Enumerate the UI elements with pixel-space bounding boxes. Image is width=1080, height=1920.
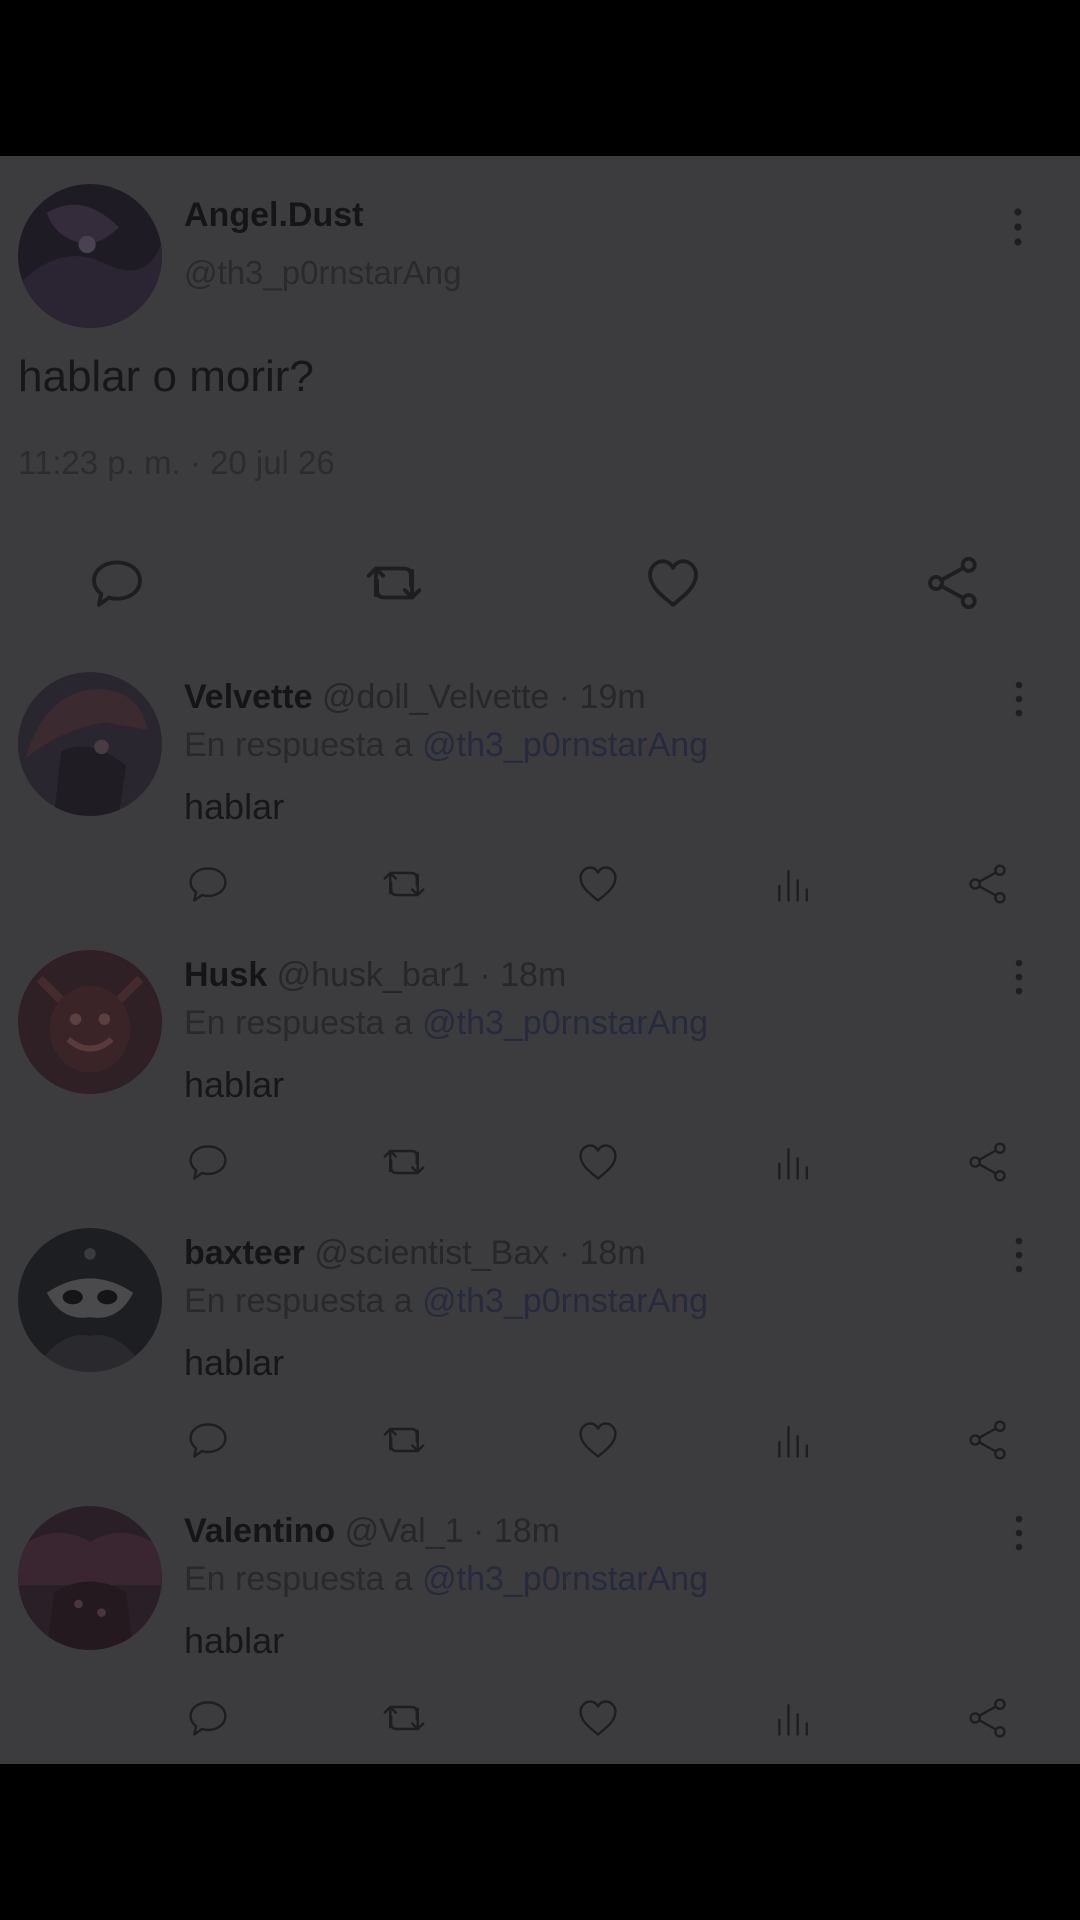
avatar-image	[18, 1228, 162, 1372]
like-icon[interactable]	[644, 554, 702, 612]
reply-separator: ·	[473, 1512, 485, 1550]
reply-time: 19m	[579, 678, 646, 716]
reply-text: hablar	[184, 1342, 285, 1383]
reply-item: Velvette @doll_Velvette · 19m En respues…	[0, 672, 1080, 950]
avatar-image	[18, 950, 162, 1094]
reply-time: 18m	[579, 1234, 646, 1272]
analytics-icon[interactable]	[772, 1140, 816, 1184]
reply-header: Velvette @doll_Velvette · 19m	[184, 678, 646, 717]
replying-to-prefix: En respuesta a	[184, 1560, 413, 1598]
retweet-icon[interactable]	[382, 1418, 426, 1462]
reply-item: Husk @husk_bar1 · 18m En respuesta a @th…	[0, 950, 1080, 1228]
reply-separator: ·	[479, 956, 491, 994]
reply-author-handle[interactable]: @scientist_Bax	[314, 1234, 549, 1272]
tweet-timestamp: 11:23 p. m. · 20 jul 26	[18, 444, 335, 482]
share-icon[interactable]	[924, 554, 982, 612]
share-icon[interactable]	[966, 1696, 1010, 1740]
reply-time: 18m	[493, 1512, 560, 1550]
avatar[interactable]	[18, 1506, 162, 1650]
more-vertical-icon[interactable]	[1008, 1234, 1030, 1276]
author-handle[interactable]: @th3_p0rnstarAng	[184, 254, 462, 292]
reply-item: Valentino @Val_1 · 18m En respuesta a @t…	[0, 1506, 1080, 1764]
replying-to-mention[interactable]: @th3_p0rnstarAng	[422, 1282, 708, 1320]
retweet-icon[interactable]	[365, 554, 423, 612]
share-icon[interactable]	[966, 1418, 1010, 1462]
reply-icon[interactable]	[186, 1140, 230, 1184]
avatar-image	[18, 184, 162, 328]
reply-author-handle[interactable]: @Val_1	[345, 1512, 464, 1550]
replying-to: En respuesta a @th3_p0rnstarAng	[184, 1282, 708, 1321]
replying-to: En respuesta a @th3_p0rnstarAng	[184, 1560, 708, 1599]
tweet-text: hablar o morir?	[18, 352, 314, 401]
like-icon[interactable]	[576, 1696, 620, 1740]
avatar-image	[18, 1506, 162, 1650]
replying-to-mention[interactable]: @th3_p0rnstarAng	[422, 1004, 708, 1042]
tweet-thread-screen: Angel.Dust @th3_p0rnstarAng hablar o mor…	[0, 156, 1080, 1764]
reply-icon[interactable]	[186, 862, 230, 906]
reply-text: hablar	[184, 786, 285, 827]
more-vertical-icon[interactable]	[1008, 956, 1030, 998]
replying-to-prefix: En respuesta a	[184, 1004, 413, 1042]
reply-author-name[interactable]: Velvette	[184, 678, 313, 716]
reply-icon[interactable]	[88, 554, 146, 612]
avatar[interactable]	[18, 1228, 162, 1372]
analytics-icon[interactable]	[772, 862, 816, 906]
tweet-date: 20 jul 26	[210, 444, 335, 481]
share-icon[interactable]	[966, 862, 1010, 906]
avatar[interactable]	[18, 950, 162, 1094]
analytics-icon[interactable]	[772, 1696, 816, 1740]
reply-time: 18m	[500, 956, 567, 994]
like-icon[interactable]	[576, 1140, 620, 1184]
share-icon[interactable]	[966, 1140, 1010, 1184]
retweet-icon[interactable]	[382, 1140, 426, 1184]
reply-header: baxteer @scientist_Bax · 18m	[184, 1234, 646, 1273]
avatar[interactable]	[18, 672, 162, 816]
analytics-icon[interactable]	[772, 1418, 816, 1462]
reply-text: hablar	[184, 1620, 285, 1661]
reply-icon[interactable]	[186, 1696, 230, 1740]
reply-separator: ·	[558, 678, 571, 716]
tweet-time: 11:23 p. m.	[18, 444, 181, 481]
reply-header: Husk @husk_bar1 · 18m	[184, 956, 566, 995]
reply-author-name[interactable]: Husk	[184, 956, 267, 994]
reply-item: baxteer @scientist_Bax · 18m En respuest…	[0, 1228, 1080, 1506]
reply-author-name[interactable]: baxteer	[184, 1234, 305, 1272]
tweet-separator: ·	[189, 444, 201, 481]
more-vertical-icon[interactable]	[1006, 204, 1030, 250]
like-icon[interactable]	[576, 862, 620, 906]
replying-to: En respuesta a @th3_p0rnstarAng	[184, 1004, 708, 1043]
reply-icon[interactable]	[186, 1418, 230, 1462]
avatar[interactable]	[18, 184, 162, 328]
retweet-icon[interactable]	[382, 1696, 426, 1740]
reply-author-handle[interactable]: @husk_bar1	[277, 956, 470, 994]
replying-to: En respuesta a @th3_p0rnstarAng	[184, 726, 708, 765]
reply-author-name[interactable]: Valentino	[184, 1512, 335, 1550]
replying-to-mention[interactable]: @th3_p0rnstarAng	[422, 1560, 708, 1598]
author-name[interactable]: Angel.Dust	[184, 196, 363, 235]
more-vertical-icon[interactable]	[1008, 1512, 1030, 1554]
avatar-image	[18, 672, 162, 816]
retweet-icon[interactable]	[382, 862, 426, 906]
reply-text: hablar	[184, 1064, 285, 1105]
reply-header: Valentino @Val_1 · 18m	[184, 1512, 560, 1551]
like-icon[interactable]	[576, 1418, 620, 1462]
reply-separator: ·	[558, 1234, 571, 1272]
reply-author-handle[interactable]: @doll_Velvette	[322, 678, 549, 716]
more-vertical-icon[interactable]	[1008, 678, 1030, 720]
replying-to-prefix: En respuesta a	[184, 726, 413, 764]
replying-to-prefix: En respuesta a	[184, 1282, 413, 1320]
replying-to-mention[interactable]: @th3_p0rnstarAng	[422, 726, 708, 764]
